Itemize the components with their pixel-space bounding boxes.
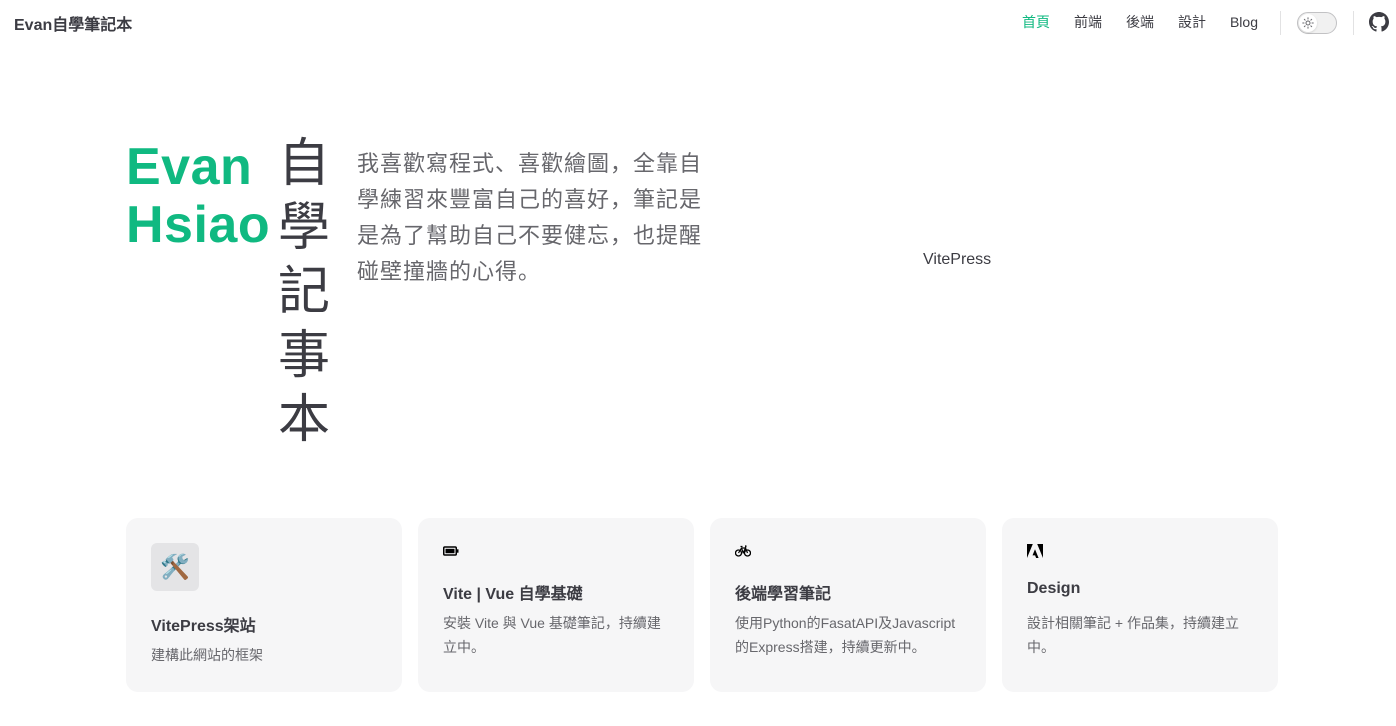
hero-name-line2: Hsiao: [126, 196, 271, 254]
feature-card-vitepress: 🛠️ VitePress架站 建構此網站的框架: [126, 518, 402, 692]
hero-text: 自學記事本: [278, 135, 331, 449]
top-nav: Evan自學筆記本 首頁 前端 後端 設計 Blog: [0, 0, 1396, 44]
nav-link-design[interactable]: 設計: [1178, 12, 1206, 32]
github-icon: [1369, 12, 1389, 32]
site-title-link[interactable]: Evan自學筆記本: [14, 11, 132, 35]
nav-link-blog[interactable]: Blog: [1230, 14, 1258, 30]
battery-icon: [443, 543, 459, 559]
hero-image-alt: VitePress: [923, 251, 992, 268]
hero-name-line1: Evan: [126, 138, 253, 196]
nav-menu: 首頁 前端 後端 設計 Blog: [1022, 0, 1258, 44]
feature-title: VitePress架站: [151, 618, 256, 635]
feature-details: 建構此網站的框架: [151, 647, 263, 663]
nav-divider: [1353, 11, 1354, 35]
feature-title: Vite | Vue 自學基礎: [443, 586, 583, 603]
nav-link-home[interactable]: 首頁: [1022, 12, 1050, 32]
feature-card-vite-vue: Vite | Vue 自學基礎 安裝 Vite 與 Vue 基礎筆記，持續建立中…: [418, 518, 694, 692]
feature-card-design: Design 設計相關筆記 + 作品集，持續建立中。: [1002, 518, 1278, 692]
feature-details: 安裝 Vite 與 Vue 基礎筆記，持續建立中。: [443, 615, 661, 655]
nav-link-backend[interactable]: 後端: [1126, 12, 1154, 32]
nav-link-frontend[interactable]: 前端: [1074, 12, 1102, 32]
theme-toggle-knob: [1299, 14, 1317, 32]
hero-name: Evan Hsiao: [126, 138, 270, 254]
feature-card-backend: 後端學習筆記 使用Python的FasatAPI及Javascript的Expr…: [710, 518, 986, 692]
feature-details: 使用Python的FasatAPI及Javascript的Express搭建，持…: [735, 615, 956, 655]
sun-icon: [1302, 17, 1314, 29]
feature-title: Design: [1027, 580, 1081, 597]
hero-image: VitePress: [923, 251, 991, 269]
theme-toggle-switch[interactable]: [1297, 12, 1337, 34]
feature-emoji: 🛠️: [160, 553, 190, 581]
nav-divider: [1280, 11, 1281, 35]
github-link[interactable]: [1369, 12, 1389, 32]
adobe-icon: [1027, 543, 1043, 559]
tools-icon: 🛠️: [151, 543, 199, 591]
feature-details: 設計相關筆記 + 作品集，持續建立中。: [1027, 615, 1239, 655]
hero-tagline: 我喜歡寫程式、喜歡繪圖，全靠自學練習來豐富自己的喜好，筆記是是為了幫助自己不要健…: [357, 151, 703, 284]
feature-title: 後端學習筆記: [735, 586, 832, 603]
bicycle-icon: [735, 543, 751, 559]
